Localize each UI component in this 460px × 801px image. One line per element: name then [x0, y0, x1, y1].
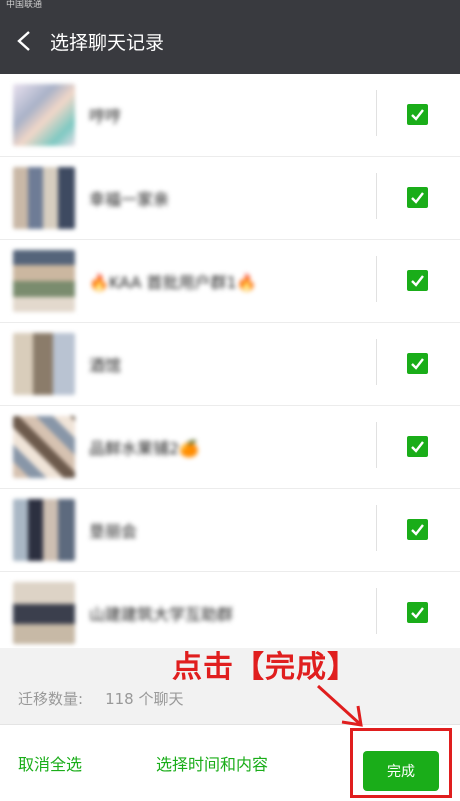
chat-name: 品鲜水果铺2🍊 — [89, 439, 200, 458]
chevron-left-icon — [17, 31, 30, 51]
chat-row[interactable]: 品鲜水果铺2🍊 — [0, 406, 460, 489]
checkbox-checked[interactable] — [407, 187, 428, 208]
chat-row[interactable]: 哼哼 — [0, 74, 460, 157]
divider — [376, 588, 377, 634]
divider — [376, 173, 377, 219]
divider — [376, 90, 377, 136]
status-bar: 中国联通 — [0, 0, 460, 10]
chat-avatar — [13, 499, 75, 561]
chat-avatar — [13, 333, 75, 395]
checkmark-icon — [411, 607, 424, 619]
chat-name: 幸福一家亲 — [89, 190, 170, 209]
checkbox-checked[interactable] — [407, 104, 428, 125]
chat-avatar — [13, 416, 75, 478]
checkmark-icon — [411, 192, 424, 204]
divider — [376, 422, 377, 468]
chat-name: 🔥KAA 首批用户群1🔥 — [89, 273, 257, 292]
chat-row[interactable]: 山建建筑大学互助群 — [0, 572, 460, 648]
chat-row[interactable]: 🔥KAA 首批用户群1🔥 — [0, 240, 460, 323]
checkmark-icon — [411, 358, 424, 370]
chat-name: 垦丽会 — [89, 522, 138, 541]
chat-list[interactable]: 哼哼 幸福一家亲 🔥KAA 首批用户群1🔥 酒馆 品鲜水果铺2🍊 垦丽会 山建建… — [0, 74, 460, 648]
chat-name: 哼哼 — [89, 107, 122, 126]
divider — [376, 339, 377, 385]
chat-name: 山建建筑大学互助群 — [89, 605, 234, 624]
checkmark-icon — [411, 441, 424, 453]
checkbox-checked[interactable] — [407, 436, 428, 457]
back-button[interactable] — [0, 8, 48, 74]
checkmark-icon — [411, 524, 424, 536]
migration-count: 118 个聊天 — [105, 689, 184, 708]
chat-avatar — [13, 84, 75, 146]
migration-label: 迁移数量: — [18, 689, 84, 708]
chat-row[interactable]: 酒馆 — [0, 323, 460, 406]
divider — [376, 505, 377, 551]
deselect-all-button[interactable]: 取消全选 — [18, 751, 82, 775]
checkmark-icon — [411, 275, 424, 287]
chat-row[interactable]: 幸福一家亲 — [0, 157, 460, 240]
chat-name: 酒馆 — [89, 356, 122, 375]
checkbox-checked[interactable] — [407, 602, 428, 623]
checkmark-icon — [411, 109, 424, 121]
checkbox-checked[interactable] — [407, 270, 428, 291]
chat-row[interactable]: 垦丽会 — [0, 489, 460, 572]
checkbox-checked[interactable] — [407, 353, 428, 374]
page-title: 选择聊天记录 — [50, 31, 165, 54]
header-bar: 选择聊天记录 — [0, 8, 460, 74]
chat-avatar — [13, 167, 75, 229]
annotation-text: 点击【完成】 — [172, 650, 358, 685]
checkbox-checked[interactable] — [407, 519, 428, 540]
divider — [376, 256, 377, 302]
chat-avatar — [13, 582, 75, 644]
annotation-highlight-box — [350, 728, 452, 798]
chat-avatar — [13, 250, 75, 312]
select-time-content-button[interactable]: 选择时间和内容 — [156, 751, 268, 775]
